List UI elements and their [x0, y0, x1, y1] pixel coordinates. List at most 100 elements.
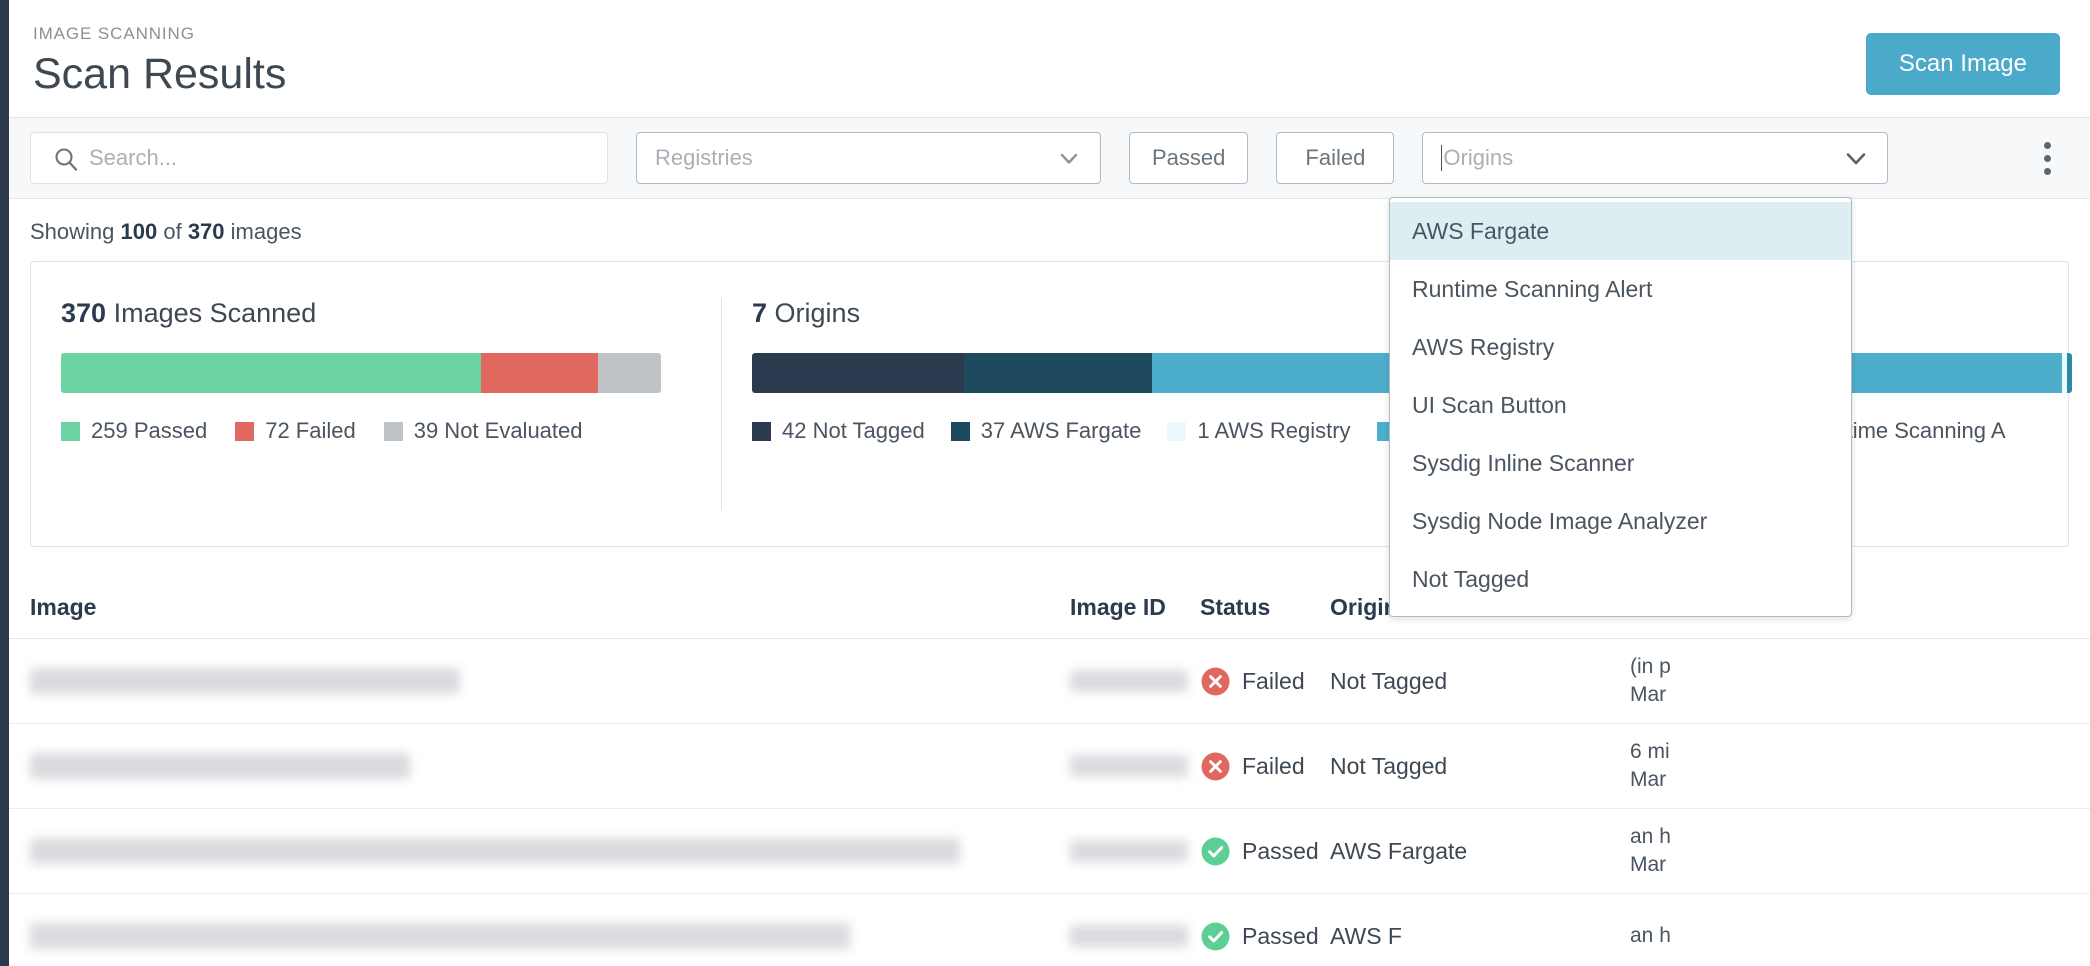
search-icon: [53, 146, 79, 172]
status-label: Passed: [1242, 837, 1319, 864]
image-id-redacted: redacted: [1070, 840, 1188, 862]
origins-number: 7: [752, 298, 768, 328]
scan-results-table: Image Image ID Status Origin Add redacte…: [9, 577, 2090, 966]
legend-swatch-icon: [61, 421, 80, 441]
origins-option-sysdig-node-image-analyzer[interactable]: Sysdig Node Image Analyzer: [1390, 492, 1851, 550]
cell-image: redacted: [30, 668, 1070, 694]
origins-option-not-tagged[interactable]: Not Tagged: [1390, 550, 1851, 608]
legend-item: 259 Passed: [61, 418, 207, 444]
table-row[interactable]: redacted redacted Failed Not Tagged (in p Mar: [9, 639, 2090, 724]
breadcrumb: IMAGE SCANNING: [33, 24, 195, 43]
status-label: Failed: [1242, 752, 1305, 779]
column-header-image-id[interactable]: Image ID: [1070, 594, 1200, 621]
failed-filter-button[interactable]: Failed: [1276, 132, 1395, 184]
legend-label: 1 AWS Registry: [1197, 418, 1351, 443]
header-left: IMAGE SCANNING Scan Results: [33, 20, 286, 97]
image-id-redacted: redacted: [1070, 755, 1188, 777]
chevron-down-icon: [1056, 145, 1082, 171]
page-content: IMAGE SCANNING Scan Results Scan Image R…: [9, 0, 2090, 966]
origins-option-aws-fargate[interactable]: AWS Fargate: [1390, 202, 1851, 260]
passed-filter-button[interactable]: Passed: [1129, 132, 1249, 184]
added-relative: (in p: [1630, 654, 1671, 678]
cell-status: Passed: [1200, 836, 1330, 867]
cell-image-id: redacted: [1070, 925, 1200, 947]
registries-select-label: Registries: [655, 145, 753, 170]
scan-results-page: IMAGE SCANNING Scan Results Scan Image R…: [0, 0, 2090, 966]
cell-status: Failed: [1200, 751, 1330, 782]
image-name-redacted: redacted: [30, 668, 460, 694]
cell-image: redacted: [30, 753, 1070, 779]
bar-segment-not-tagged: [752, 353, 965, 393]
table-row[interactable]: redacted redacted Passed AWS Fargate an h Mar: [9, 809, 2090, 894]
legend-label: 72 Failed: [265, 418, 356, 443]
image-name-redacted: redacted: [30, 838, 960, 864]
legend-swatch-icon: [383, 421, 403, 441]
added-relative: 6 mi: [1630, 739, 1670, 763]
page-header: IMAGE SCANNING Scan Results Scan Image: [9, 0, 2090, 118]
added-date: Mar: [1630, 853, 1667, 876]
image-id-redacted: redacted: [1070, 670, 1188, 692]
added-date: Mar: [1630, 768, 1667, 791]
column-header-status[interactable]: Status: [1200, 594, 1330, 621]
cell-added: 6 mi Mar: [1630, 738, 2090, 795]
cell-image: redacted: [30, 838, 1070, 864]
error-circle-icon: [1200, 751, 1231, 782]
left-nav-rail: [0, 0, 9, 966]
error-circle-icon: [1200, 666, 1231, 697]
added-relative: an h: [1630, 824, 1671, 848]
origins-label: Origins: [774, 298, 861, 328]
origins-select[interactable]: Origins: [1422, 132, 1889, 184]
bar-segment-passed: [61, 353, 481, 393]
text-cursor: [1441, 145, 1443, 171]
showing-middle: of: [157, 219, 188, 244]
origins-option-aws-registry[interactable]: AWS Registry: [1390, 318, 1851, 376]
bar-segment-not-evaluated: [597, 353, 661, 393]
image-name-redacted: redacted: [30, 923, 850, 949]
legend-swatch-icon: [752, 421, 771, 441]
showing-suffix: images: [224, 219, 302, 244]
search-input[interactable]: [89, 133, 607, 183]
chevron-down-icon: [1843, 145, 1869, 171]
bar-segment-failed: [481, 353, 598, 393]
origins-option-ui-scan-button[interactable]: UI Scan Button: [1390, 376, 1851, 434]
images-scanned-title: 370 Images Scanned: [61, 298, 691, 329]
legend-label: 39 Not Evaluated: [413, 418, 583, 443]
legend-swatch-icon: [235, 421, 255, 441]
origins-option-sysdig-inline-scanner[interactable]: Sysdig Inline Scanner: [1390, 434, 1851, 492]
more-options-kebab-icon[interactable]: [2032, 140, 2062, 176]
images-scanned-number: 370: [61, 298, 107, 328]
column-header-image[interactable]: Image: [30, 594, 1070, 621]
table-row[interactable]: redacted redacted Failed Not Tagged 6 mi Mar: [9, 724, 2090, 809]
legend-label: 37 AWS Fargate: [980, 418, 1142, 443]
table-body: redacted redacted Failed Not Tagged (in p Mar…: [9, 639, 2090, 966]
origins-option-runtime-scanning-alert[interactable]: Runtime Scanning Alert: [1390, 260, 1851, 318]
table-row[interactable]: redacted redacted Passed AWS F an h: [9, 894, 2090, 966]
cell-origin: AWS F: [1330, 922, 1402, 949]
cell-image: redacted: [30, 923, 1070, 949]
legend-item: 42 Not Tagged: [752, 418, 925, 444]
check-circle-icon: [1200, 921, 1231, 952]
legend-swatch-icon: [1167, 421, 1187, 441]
cell-origin: Not Tagged: [1330, 752, 1448, 779]
status-label: Failed: [1242, 667, 1305, 694]
cell-image-id: redacted: [1070, 670, 1200, 692]
legend-item: 72 Failed: [235, 418, 356, 444]
cell-origin: Not Tagged: [1330, 667, 1448, 694]
legend-item: 1 AWS Registry: [1167, 418, 1351, 444]
search-field[interactable]: [30, 132, 608, 184]
registries-select[interactable]: Registries: [636, 132, 1101, 184]
image-name-redacted: redacted: [30, 753, 410, 779]
added-relative: an h: [1630, 923, 1671, 947]
cell-status: Failed: [1200, 666, 1330, 697]
page-title: Scan Results: [33, 50, 287, 98]
origins-dropdown-menu[interactable]: AWS Fargate Runtime Scanning Alert AWS Reg…: [1389, 197, 1852, 617]
cell-added: an h Mar: [1630, 823, 2090, 880]
cell-image-id: redacted: [1070, 755, 1200, 777]
check-circle-icon: [1200, 836, 1231, 867]
cell-status: Passed: [1200, 921, 1330, 952]
legend-label: 259 Passed: [91, 418, 208, 443]
showing-prefix: Showing: [30, 219, 121, 244]
cell-origin: AWS Fargate: [1330, 837, 1468, 864]
bar-segment-aws-fargate: [964, 353, 1152, 393]
scan-image-button[interactable]: Scan Image: [1865, 33, 2060, 95]
